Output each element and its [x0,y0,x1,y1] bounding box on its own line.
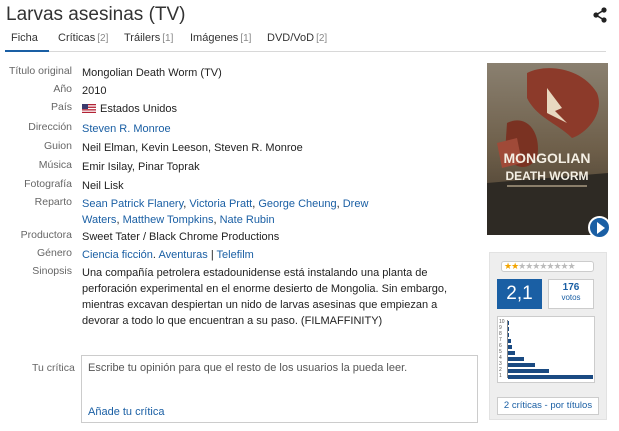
histogram-tick: 1 [499,373,502,379]
histogram-bar [508,369,549,373]
label-ano: Año [53,83,72,95]
histogram-bar [508,351,515,355]
country-name: Estados Unidos [100,103,178,115]
tab-dvd-vod[interactable]: DVD/VoD [2] [267,32,327,44]
average-rating: 2,1 [497,279,542,309]
tab-imagenes[interactable]: Imágenes [1] [190,32,251,44]
review-textarea[interactable]: Escribe tu opinión para que el resto de … [81,355,478,423]
histogram-bar [508,339,511,343]
us-flag-icon [82,104,96,113]
value-genero: Ciencia ficción. Aventuras | Telefilm [82,249,254,261]
label-genero: Género [36,247,72,259]
cast-link[interactable]: Nate Rubin [220,214,275,226]
movie-poster[interactable]: MONGOLIAN DEATH WORM [487,63,608,235]
critics-button[interactable]: 2 críticas - por títulos [497,397,599,415]
histogram-bar [508,327,509,331]
histogram-bar [508,375,593,379]
poster-title-line2: DEATH WORM [505,169,588,183]
poster-artwork: MONGOLIAN DEATH WORM [487,63,608,235]
label-guion: Guion [43,140,72,152]
value-sinopsis: Una compañía petrolera estadounidense es… [82,267,448,327]
label-fotografia: Fotografía [24,178,72,190]
poster-title-line1: MONGOLIAN [503,150,590,166]
histogram-bar [508,357,524,361]
genre-link[interactable]: Telefilm [217,249,254,261]
cast-link[interactable]: George Cheung [258,198,336,210]
value-ano: 2010 [82,85,107,97]
histogram-bar [508,363,535,367]
label-musica: Música [38,159,72,171]
value-musica: Emir Isilay, Pinar Toprak [82,161,200,173]
cast-link[interactable]: Victoria Pratt [189,198,252,210]
cast-link[interactable]: Sean Patrick Flanery [82,198,183,210]
rating-histogram[interactable]: 10 9 8 7 6 5 4 3 2 1 [497,316,595,383]
tab-ficha[interactable]: Ficha [11,32,38,44]
value-pais: Estados Unidos [82,101,472,117]
active-tab-indicator [5,50,49,52]
link-director[interactable]: Steven R. Monroe [82,121,472,137]
label-reparto: Reparto [34,196,72,208]
label-sinopsis: Sinopsis [32,265,72,277]
tab-bar: Ficha Críticas [2] Tráilers [1] Imágenes [1… [5,32,606,52]
genre-link[interactable]: Ciencia ficción [82,249,153,261]
histogram-bar [508,345,512,349]
cast-link[interactable]: Matthew Tompkins [123,214,214,226]
tab-trailers[interactable]: Tráilers [1] [124,32,173,44]
votes-count-box[interactable]: 176 votos [548,279,594,309]
add-review-link[interactable]: Añade tu crítica [88,406,164,418]
value-reparto: Sean Patrick Flanery, Victoria Pratt, Ge… [82,198,369,226]
value-productora: Sweet Tater / Black Chrome Productions [82,231,280,243]
histogram-bar [508,321,509,325]
page-title: Larvas asesinas (TV) [6,4,186,25]
label-direccion: Dirección [28,121,72,133]
label-pais: País [50,101,72,113]
rating-panel: ★★★★★★★★★★ 2,1 176 votos 10 9 8 7 6 5 4 3 2 1 2 c… [489,252,607,420]
label-productora: Productora [20,229,72,241]
value-titulo-original: Mongolian Death Worm (TV) [82,67,222,79]
genre-link[interactable]: Aventuras [158,249,207,261]
star-rating: ★★★★★★★★★★ [501,261,594,272]
votes-label: votos [561,293,581,302]
review-label: Tu crítica [32,362,75,374]
value-fotografia: Neil Lisk [82,180,124,192]
value-guion: Neil Elman, Kevin Leeson, Steven R. Monr… [82,142,303,154]
play-trailer-icon[interactable] [588,216,611,239]
share-icon[interactable] [592,7,608,23]
tab-criticas[interactable]: Críticas [2] [58,32,108,44]
review-placeholder: Escribe tu opinión para que el resto de … [88,362,408,374]
label-titulo-original: Título original [8,65,72,77]
histogram-bar [508,333,509,337]
votes-count: 176 [562,282,580,293]
